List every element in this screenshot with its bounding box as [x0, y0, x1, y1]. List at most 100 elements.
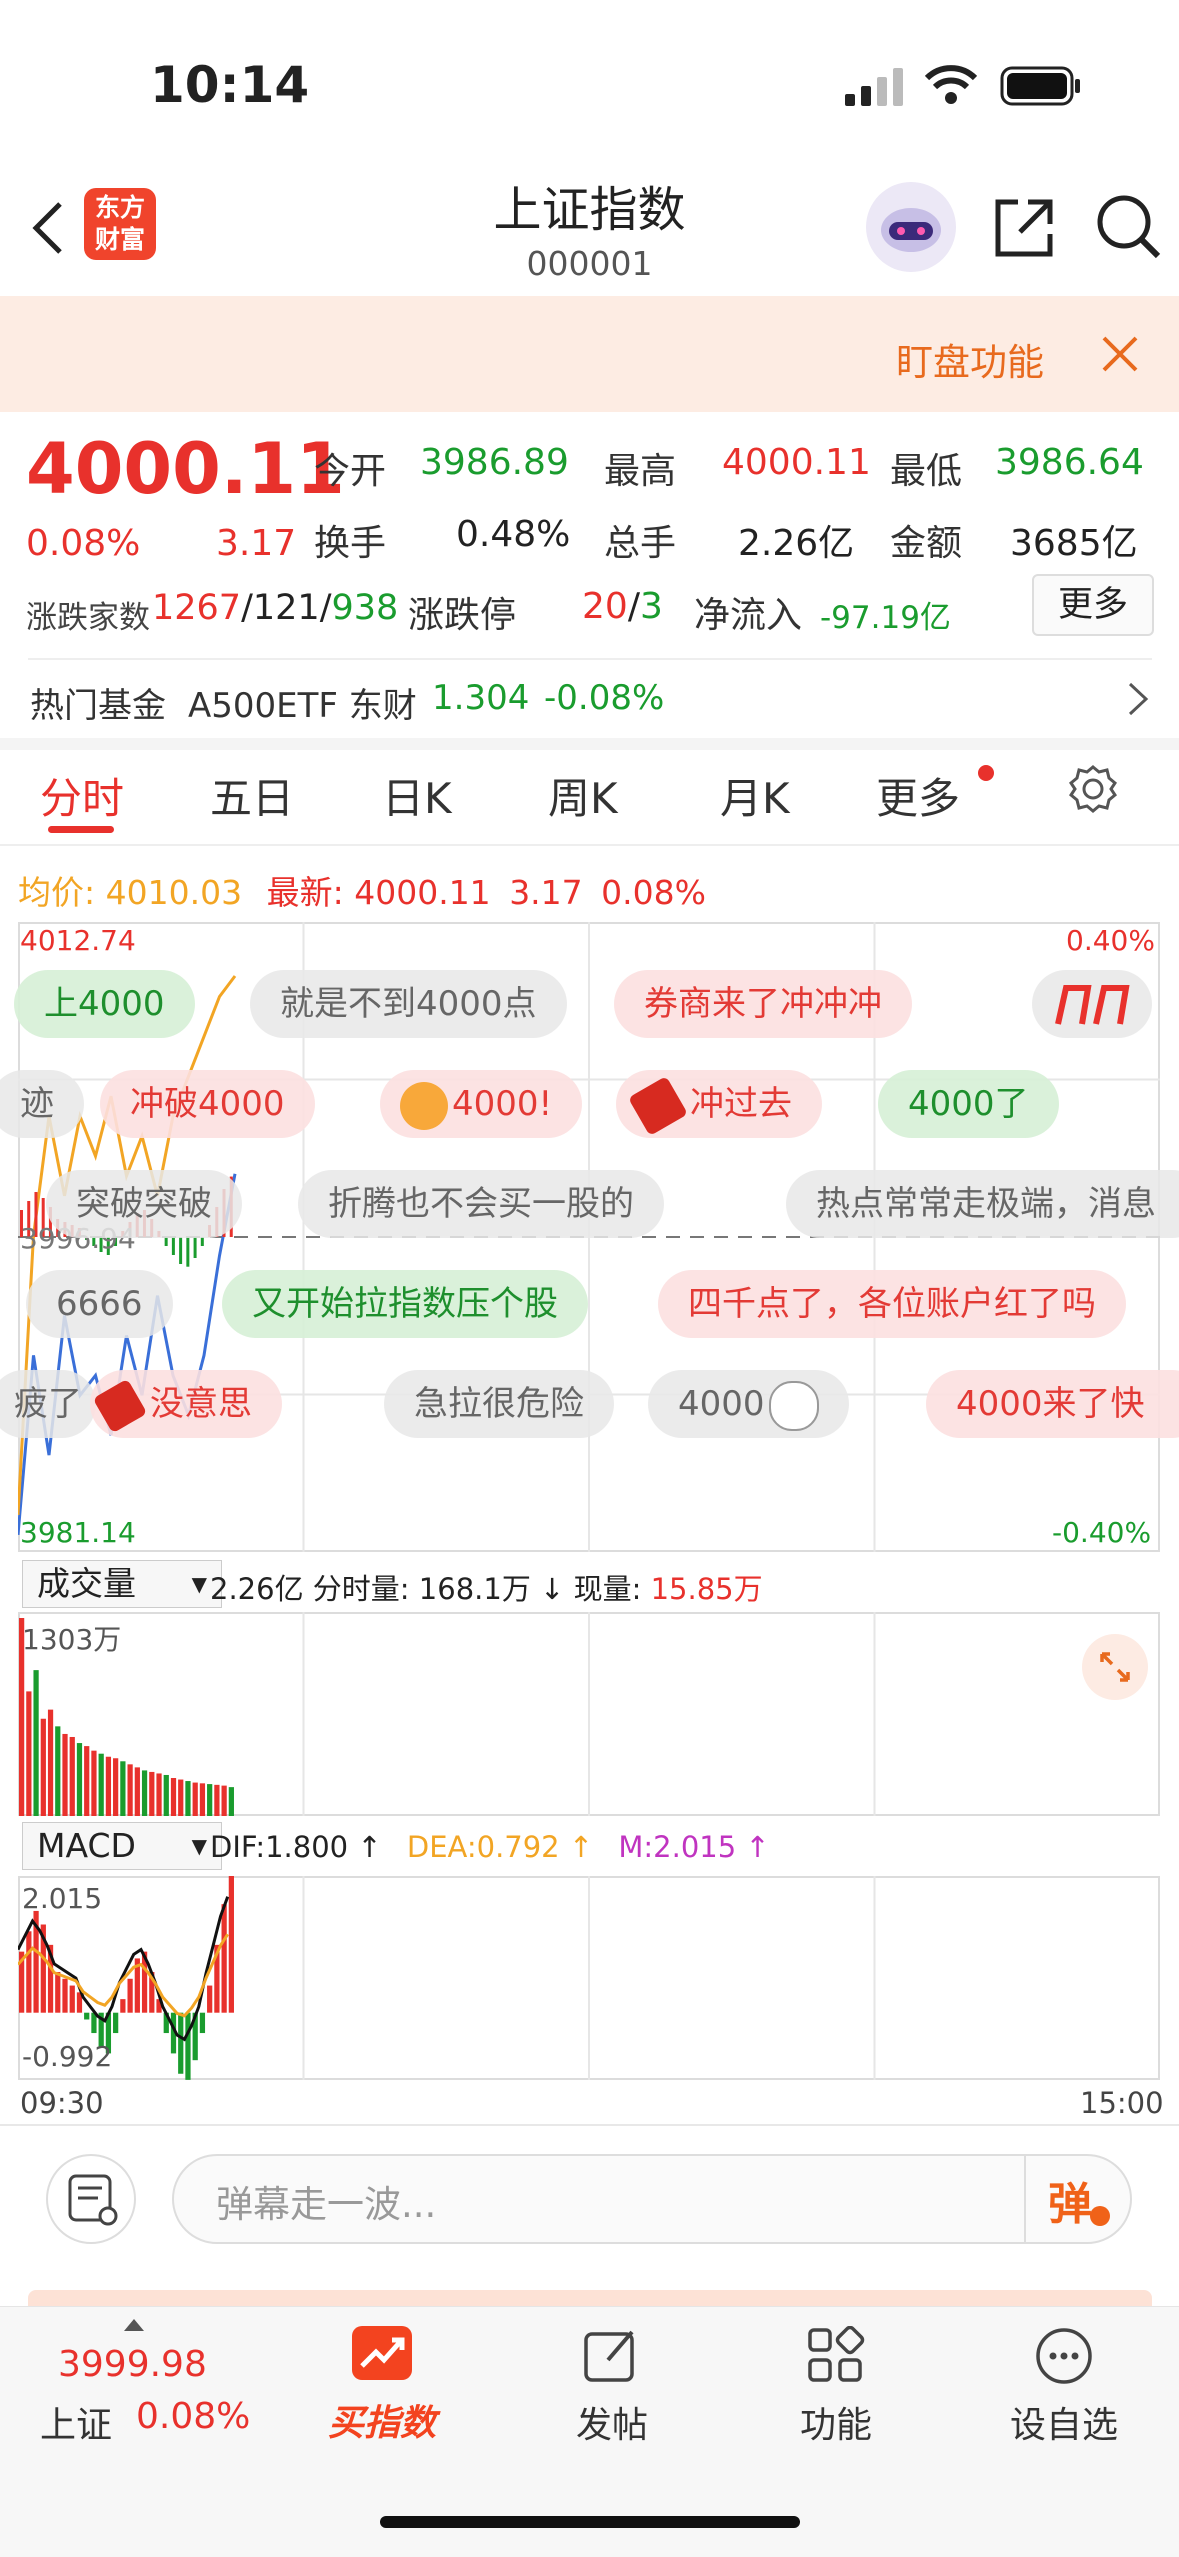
volume-bar	[149, 1771, 155, 1816]
danmaku-chip[interactable]: 冲破4000	[100, 1070, 315, 1138]
tab-daily-k[interactable]: 日K	[382, 765, 452, 826]
macd-max-label: 2.015	[22, 1882, 103, 1915]
danmaku-input-placeholder: 弹幕走一波...	[216, 2183, 437, 2226]
open-value: 3986.89	[420, 442, 569, 483]
current-volume-label: 现量:	[573, 1572, 642, 1606]
danmaku-chip[interactable]: 6666	[26, 1270, 173, 1338]
macd-bar	[120, 1999, 126, 2013]
danmaku-text: 4000	[678, 1384, 765, 1424]
last-value: 4000.11	[354, 873, 491, 912]
signal-icon	[845, 68, 905, 106]
danmaku-chip[interactable]: 又开始拉指数压个股	[222, 1270, 588, 1338]
danmaku-chip[interactable]: 券商来了冲冲冲	[614, 970, 912, 1038]
danmaku-chip[interactable]: 4000来了快	[926, 1370, 1179, 1438]
more-button[interactable]: 更多	[1032, 574, 1154, 636]
danmaku-chip[interactable]: 上4000	[14, 970, 195, 1038]
macd-bar	[228, 1876, 234, 2013]
inflow-value: -97.19亿	[820, 600, 951, 636]
axis-top-pct: 0.40%	[1066, 924, 1155, 957]
last-change: 3.17	[509, 873, 583, 912]
post-icon[interactable]	[582, 2326, 642, 2386]
tab-five-day[interactable]: 五日	[210, 765, 294, 826]
tab-add-watchlist[interactable]: 设自选	[984, 2396, 1144, 2448]
battery-icon	[1000, 66, 1082, 106]
tabbar-index-price[interactable]: 3999.98	[58, 2344, 207, 2385]
volume-bar	[76, 1743, 83, 1816]
danmaku-chip[interactable]: 就是不到4000点	[250, 970, 567, 1038]
avg-label: 均价:	[18, 873, 96, 912]
tab-buy-index[interactable]: 买指数	[302, 2394, 462, 2446]
robot-assistant-icon[interactable]	[866, 182, 956, 272]
indicator-select-volume[interactable]: 成交量 ▼	[22, 1560, 222, 1608]
cow-emoji-icon	[400, 1081, 448, 1130]
danmaku-chip[interactable]: 疲了	[0, 1370, 96, 1438]
volume-total: 2.26亿	[210, 1572, 304, 1606]
share-icon[interactable]	[992, 196, 1056, 260]
danmaku-chip[interactable]: 突破突破	[46, 1170, 242, 1238]
tab-functions[interactable]: 功能	[756, 2396, 916, 2448]
tab-more[interactable]: 更多	[876, 765, 960, 826]
danmaku-chip[interactable]: 急拉很危险	[384, 1370, 614, 1438]
macd-bar	[185, 2012, 191, 2080]
caret-down-icon: ▼	[191, 1572, 207, 1596]
flat-count: 121	[252, 588, 320, 628]
indicator-select-macd[interactable]: MACD ▼	[22, 1822, 222, 1870]
low-label: 最低	[890, 451, 963, 492]
time-start: 09:30	[20, 2086, 104, 2120]
hot-fund-name: A500ETF 东财	[188, 686, 417, 726]
limit-values: 20/3	[582, 586, 663, 627]
macd-chart[interactable]	[18, 1876, 1160, 2080]
current-price: 4000.11	[26, 428, 345, 510]
tab-intraday[interactable]: 分时	[40, 765, 124, 826]
note-icon[interactable]	[46, 2154, 136, 2244]
danmaku-chip[interactable]: 4000!	[380, 1070, 583, 1138]
last-label: 最新:	[266, 873, 344, 912]
low-value: 3986.64	[995, 442, 1144, 483]
macd-bar	[199, 2012, 206, 2034]
macd-bar	[207, 1985, 213, 2013]
danmaku-chip[interactable]: 四千点了，各位账户红了吗	[658, 1270, 1126, 1338]
dif-value: DIF:1.800	[210, 1830, 349, 1864]
danmaku-chip[interactable]: 4000	[648, 1370, 849, 1438]
danmaku-chip[interactable]: 4000了	[878, 1070, 1059, 1138]
volume-bar	[62, 1733, 68, 1816]
inflow-label: 净流入	[694, 595, 803, 636]
danmaku-chip-partial[interactable]	[1032, 970, 1152, 1038]
turnover-label: 换手	[314, 523, 387, 564]
banner-text[interactable]: 盯盘功能	[896, 332, 1044, 386]
axis-bottom-pct: -0.40%	[1052, 1516, 1152, 1549]
tab-weekly-k[interactable]: 周K	[548, 765, 618, 826]
tabbar-index-pct[interactable]: 0.08%	[136, 2396, 250, 2437]
price-change-bar	[171, 1237, 175, 1255]
search-icon[interactable]	[1096, 194, 1162, 262]
buy-index-icon[interactable]	[352, 2326, 412, 2380]
divider-3	[0, 844, 1179, 846]
danmaku-chip[interactable]: 没意思	[90, 1370, 282, 1438]
amount-label: 金额	[890, 523, 963, 564]
volume-label: 总手	[604, 523, 677, 564]
tab-post[interactable]: 发帖	[532, 2396, 692, 2448]
close-icon[interactable]	[1100, 334, 1140, 374]
expand-icon[interactable]	[1082, 1634, 1148, 1700]
volume-chart[interactable]	[18, 1612, 1160, 1816]
danmaku-chip[interactable]: 冲过去	[616, 1070, 822, 1138]
tabbar-index-name[interactable]: 上证	[40, 2396, 112, 2448]
chevron-right-icon[interactable]	[1126, 680, 1150, 718]
price-change-bar	[193, 1237, 197, 1258]
chart-sticker-icon	[1055, 985, 1130, 1025]
volume-bar	[192, 1782, 198, 1816]
danmaku-chip[interactable]: 折腾也不会买一股的	[298, 1170, 664, 1238]
macd-bar	[55, 1971, 61, 2013]
volume-bar	[170, 1778, 177, 1816]
watchlist-icon[interactable]	[1034, 2326, 1094, 2386]
macd-min-label: -0.992	[22, 2040, 113, 2073]
danmaku-chip[interactable]: 热点常常走极端，消息	[786, 1170, 1179, 1238]
dea-value: DEA:0.792	[406, 1830, 560, 1864]
danmaku-chip[interactable]: 迹	[0, 1070, 84, 1138]
tab-monthly-k[interactable]: 月K	[720, 765, 790, 826]
axis-bottom-price: 3981.14	[20, 1516, 136, 1549]
settings-icon[interactable]	[1068, 764, 1118, 814]
hot-fund-pct: -0.08%	[544, 678, 665, 718]
functions-icon[interactable]	[806, 2325, 866, 2386]
danmaku-toggle-button[interactable]: 弹	[1048, 2168, 1092, 2232]
